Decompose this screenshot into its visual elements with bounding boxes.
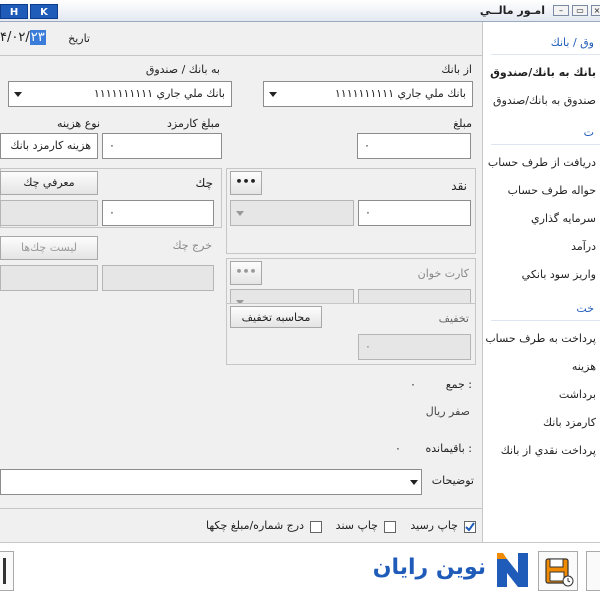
cash-label: نقد — [451, 179, 467, 193]
sidebar-item-receive-from-account[interactable]: دريافت از طرف حساب — [488, 156, 596, 169]
chevron-down-icon[interactable] — [407, 470, 421, 494]
sidebar-header-payments: خت — [576, 302, 594, 315]
card-reader-label: كارت خوان — [417, 267, 469, 280]
sidebar-item-bank-fee[interactable]: كارمزد بانك — [543, 416, 596, 429]
card-more-button[interactable]: ••• — [230, 261, 262, 285]
to-bank-label: به بانك / صندوق — [145, 63, 220, 76]
toolbar-button-partial[interactable] — [0, 551, 14, 591]
sidebar-item-account-transfer[interactable]: حواله طرف حساب — [508, 184, 596, 197]
sidebar-item-income[interactable]: درآمد — [571, 240, 596, 253]
print-voucher-label: چاپ سند — [335, 519, 378, 532]
transfer-form: ۴/۰۲/۲۳ تاريخ به بانك / صندوق از بانك با… — [0, 22, 482, 542]
cash-more-button[interactable]: ••• — [230, 171, 262, 195]
check-list-button[interactable]: ليست چك‌ها — [0, 236, 98, 260]
amount-input[interactable]: ۰ — [357, 133, 471, 159]
introduce-check-button[interactable]: معرفي چك — [0, 171, 98, 195]
cash-account-select — [230, 200, 354, 226]
fee-amount-label: مبلغ كارمزد — [167, 117, 220, 130]
chevron-down-icon[interactable] — [266, 82, 280, 106]
discount-amount-input: ۰ — [358, 334, 471, 360]
amount-label: مبلغ — [453, 117, 472, 130]
fee-amount-input[interactable]: ۰ — [102, 133, 222, 159]
divider — [491, 54, 600, 55]
check-panel: چك معرفي چك ۰ — [0, 168, 222, 228]
hotkey-k-button[interactable]: K — [30, 4, 58, 19]
sidebar-item-cash-payment-from-bank[interactable]: پرداخت نقدي از بانك — [501, 444, 596, 457]
fee-type-input[interactable]: هزينه كارمزد بانك — [0, 133, 98, 159]
sidebar-item-withdrawal[interactable]: برداشت — [559, 388, 596, 401]
save-icon — [545, 558, 574, 587]
cash-panel: نقد ••• ۰ — [226, 168, 476, 254]
fee-type-label: نوع هزينه — [57, 117, 100, 130]
cash-amount-input[interactable]: ۰ — [358, 200, 471, 226]
divider — [0, 508, 482, 509]
total-label: جمع : — [445, 378, 472, 391]
print-receipt-checkbox[interactable] — [464, 521, 476, 533]
from-bank-label: از بانك — [441, 63, 472, 76]
sidebar-item-expense[interactable]: هزينه — [572, 360, 596, 373]
sidebar-item-pay-to-account[interactable]: پرداخت به طرف حساب — [485, 332, 596, 345]
date-field[interactable]: ۴/۰۲/۲۳ — [0, 30, 60, 50]
window-title: امـور مالــي — [479, 4, 545, 17]
check-amount-input[interactable]: ۰ — [102, 200, 214, 226]
divider — [0, 55, 482, 56]
notes-label: توضيحات — [431, 474, 474, 487]
remaining-value: ۰ — [395, 442, 401, 455]
discount-panel: تخفيف محاسبه تخفيف ۰ — [226, 303, 476, 365]
divider — [491, 144, 600, 145]
sidebar-item-bank-interest[interactable]: واريز سود بانكي — [522, 268, 596, 281]
insert-check-numbers-label: درج شماره/مبلغ چكها — [205, 519, 304, 532]
to-bank-select[interactable]: بانك ملي جاري ١١١١١١١١١١ — [8, 81, 232, 107]
check-out-input — [102, 265, 214, 291]
check-extra-input — [0, 200, 98, 226]
print-receipt-label: چاپ رسيد — [410, 519, 458, 532]
save-button[interactable] — [538, 551, 578, 591]
restore-icon[interactable]: ▭ — [572, 5, 588, 16]
sidebar-item-investment[interactable]: سرمايه گذاري — [531, 212, 596, 225]
divider — [491, 320, 600, 321]
remaining-label: باقيمانده : — [425, 442, 472, 455]
print-voucher-checkbox[interactable] — [384, 521, 396, 533]
sidebar-item-cash-to-bank[interactable]: صندوق به بانك/صندوق — [493, 94, 596, 107]
minimize-icon[interactable]: – — [553, 5, 569, 16]
date-day-selected[interactable]: ۲۳ — [29, 30, 46, 45]
discount-label: تخفيف — [438, 312, 469, 325]
from-bank-select[interactable]: بانك ملي جاري ١١١١١١١١١١ — [263, 81, 473, 107]
calculate-discount-button[interactable]: محاسبه تخفيف — [230, 306, 322, 328]
check-out-extra-input — [0, 265, 98, 291]
operations-sidebar: وق / بانك بانك به بانك/صندوق صندوق به با… — [482, 22, 600, 542]
sidebar-header-receipts: ت — [583, 126, 594, 139]
chevron-down-icon[interactable] — [11, 82, 25, 106]
company-logo-text: نوين رايان — [372, 555, 486, 580]
sidebar-item-bank-to-bank[interactable]: بانك به بانك/صندوق — [490, 66, 596, 79]
insert-check-numbers-checkbox[interactable] — [310, 521, 322, 533]
title-bar: H K امـور مالــي – ▭ × — [0, 0, 600, 22]
date-label: تاريخ — [68, 32, 90, 45]
total-value: ۰ — [410, 378, 416, 391]
total-in-words: صفر ريال — [425, 405, 470, 418]
chevron-down-icon — [233, 201, 247, 225]
toolbar-button-partial-right[interactable] — [586, 551, 600, 591]
bottom-toolbar: نوين رايان — [0, 542, 600, 600]
check-out-label: خرج چك — [172, 239, 212, 252]
hotkey-h-button[interactable]: H — [0, 4, 28, 19]
notes-select[interactable] — [0, 469, 422, 495]
close-icon[interactable]: × — [591, 5, 600, 16]
check-label: چك — [195, 176, 213, 190]
company-logo-icon — [494, 549, 532, 591]
sidebar-header-bank: وق / بانك — [550, 36, 594, 49]
